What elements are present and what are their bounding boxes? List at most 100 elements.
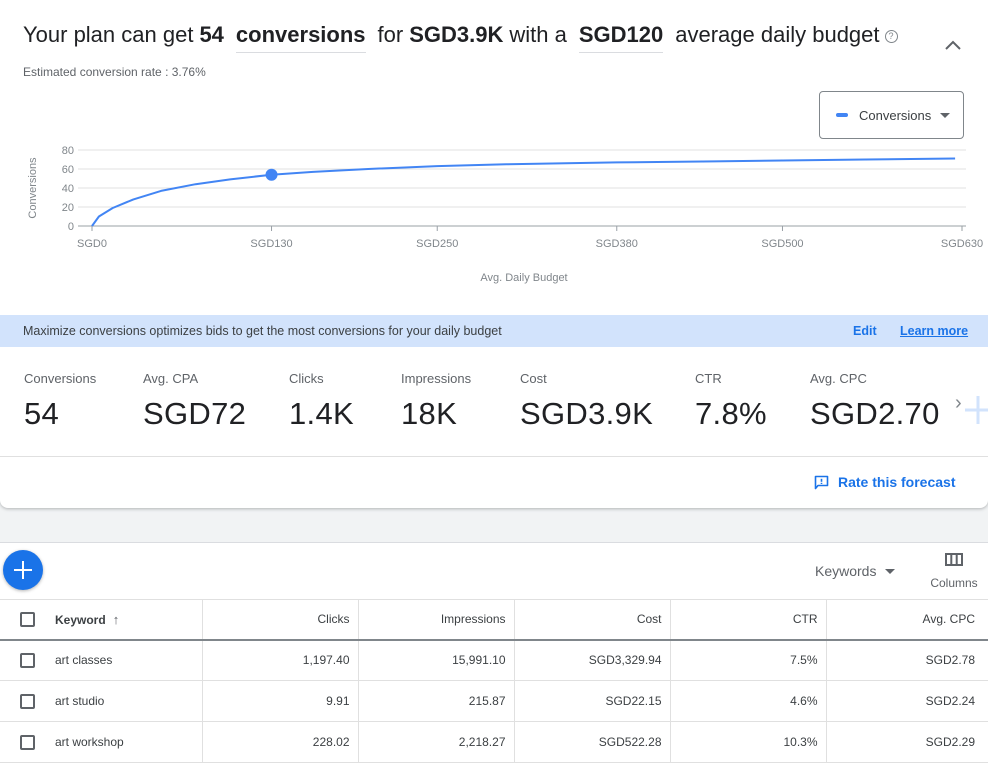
metric-value: SGD3.9K [520, 396, 654, 431]
header-avg-cpc[interactable]: Avg. CPC [826, 599, 988, 641]
headline-suffix: average daily budget [675, 22, 880, 47]
keywords-table: Keyword ↑ Clicks Impressions Cost CTR Avg… [0, 599, 988, 763]
chevron-right-icon[interactable]: › [955, 392, 962, 415]
cell-clicks: 228.02 [202, 721, 359, 763]
budget-chart: 0 20 40 60 80 SGD0 SGD130 SGD250 SGD380 SGD500 SGD… [27, 145, 983, 284]
banner-text: Maximize conversions optimizes bids to g… [23, 324, 502, 338]
learn-more-link[interactable]: Learn more [900, 324, 968, 338]
y-tick-label: 0 [68, 221, 74, 233]
cell-impressions: 215.87 [358, 680, 515, 722]
header-label: Keyword [55, 612, 106, 627]
header-clicks[interactable]: Clicks [202, 599, 359, 641]
keywords-table-panel: Keywords Columns Keyword ↑ Clicks Impress… [0, 542, 988, 763]
row-checkbox[interactable] [20, 652, 35, 668]
divider [0, 456, 988, 457]
add-keyword-button[interactable] [3, 550, 43, 590]
metric-label: CTR [695, 371, 722, 386]
cell-avg-cpc: SGD2.29 [826, 721, 988, 763]
rate-forecast-button[interactable]: Rate this forecast [814, 474, 955, 490]
columns-label: Columns [930, 576, 978, 590]
cell-keyword[interactable]: art workshop [55, 721, 203, 763]
chevron-up-icon[interactable] [943, 38, 963, 52]
cell-impressions: 15,991.10 [358, 639, 515, 681]
budget-selector[interactable]: SGD120 [578, 22, 664, 53]
metric-clicks: Clicks 1.4K [289, 371, 354, 432]
cell-cost: SGD22.15 [514, 680, 671, 722]
metric-value: SGD2.70 [810, 396, 940, 431]
current-budget-point [265, 168, 278, 181]
headline-for: for [377, 22, 404, 47]
row-select-cell [0, 639, 55, 681]
edit-link[interactable]: Edit [853, 324, 877, 338]
conversion-rate: Estimated conversion rate : 3.76% [23, 65, 206, 79]
table-row: art classes 1,197.40 15,991.10 SGD3,329.… [0, 639, 988, 681]
headline-cost-value: SGD3.9K [409, 22, 504, 47]
sort-ascending-icon: ↑ [112, 611, 120, 627]
cell-avg-cpc: SGD2.78 [826, 639, 988, 681]
metric-value: 7.8% [695, 396, 767, 431]
feedback-icon [814, 475, 829, 489]
header-keyword[interactable]: Keyword ↑ [55, 599, 203, 641]
metric-label: Impressions [401, 371, 472, 386]
header-impressions[interactable]: Impressions [358, 599, 515, 641]
keywords-segment-dropdown[interactable]: Keywords [815, 563, 896, 579]
metric-label: Clicks [289, 371, 324, 386]
metric-avg-cpa: Avg. CPA SGD72 [143, 371, 246, 432]
y-tick-label: 80 [62, 145, 74, 157]
metric-impressions: Impressions 18K [401, 371, 471, 432]
cell-avg-cpc: SGD2.24 [826, 680, 988, 722]
x-axis-label: Avg. Daily Budget [480, 272, 567, 284]
x-tick-label: SGD250 [416, 238, 458, 250]
headline-conversions-value: 54 [199, 22, 224, 47]
cell-keyword[interactable]: art classes [55, 639, 203, 681]
metric-conversions: Conversions 54 [24, 371, 96, 432]
chart-metric-dropdown[interactable]: Conversions [819, 91, 964, 139]
x-tick-label: SGD630 [941, 238, 983, 250]
segment-label: Keywords [815, 563, 877, 579]
headline-prefix: Your plan can get [23, 22, 194, 47]
legend-swatch [836, 113, 848, 117]
row-checkbox[interactable] [20, 693, 35, 709]
cell-ctr: 4.6% [670, 680, 827, 722]
help-icon[interactable]: ? [884, 30, 898, 43]
x-tick-label: SGD500 [761, 238, 803, 250]
table-row: art workshop 228.02 2,218.27 SGD522.28 1… [0, 721, 988, 763]
header-cost[interactable]: Cost [514, 599, 671, 641]
metric-selector[interactable]: conversions [235, 22, 366, 53]
cell-cost: SGD3,329.94 [514, 639, 671, 681]
metric-label: Avg. CPC [810, 371, 867, 386]
y-axis-label: Conversions [27, 157, 39, 219]
select-all-cell [0, 599, 55, 641]
y-tick-label: 40 [62, 183, 74, 195]
caret-down-icon [885, 568, 896, 574]
headline-with: with a [509, 22, 567, 47]
cell-keyword[interactable]: art studio [55, 680, 203, 722]
cell-cost: SGD522.28 [514, 721, 671, 763]
cell-clicks: 9.91 [202, 680, 359, 722]
forecast-card: Your plan can get 54 conversions for SGD… [0, 0, 988, 508]
select-all-checkbox[interactable] [20, 611, 35, 627]
table-header-row: Keyword ↑ Clicks Impressions Cost CTR Avg… [0, 599, 988, 641]
metric-value: 1.4K [289, 396, 354, 431]
x-tick-label: SGD0 [77, 238, 107, 250]
columns-button[interactable]: Columns [928, 553, 980, 590]
row-select-cell [0, 721, 55, 763]
x-tick-label: SGD130 [250, 238, 292, 250]
row-checkbox[interactable] [20, 734, 35, 750]
plan-headline: Your plan can get 54 conversions for SGD… [23, 22, 898, 53]
y-tick-label: 20 [62, 202, 74, 214]
legend-label: Conversions [859, 107, 932, 123]
cell-impressions: 2,218.27 [358, 721, 515, 763]
row-select-cell [0, 680, 55, 722]
metric-avg-cpc: Avg. CPC SGD2.70 [810, 371, 940, 432]
metric-value: SGD72 [143, 396, 247, 431]
metric-label: Conversions [24, 371, 97, 386]
metric-label: Avg. CPA [143, 371, 199, 386]
table-row: art studio 9.91 215.87 SGD22.15 4.6% SGD… [0, 680, 988, 722]
y-tick-label: 60 [62, 164, 74, 176]
add-metric-icon[interactable] [965, 392, 988, 428]
metric-cost: Cost SGD3.9K [520, 371, 653, 432]
header-ctr[interactable]: CTR [670, 599, 827, 641]
cell-ctr: 10.3% [670, 721, 827, 763]
cell-ctr: 7.5% [670, 639, 827, 681]
